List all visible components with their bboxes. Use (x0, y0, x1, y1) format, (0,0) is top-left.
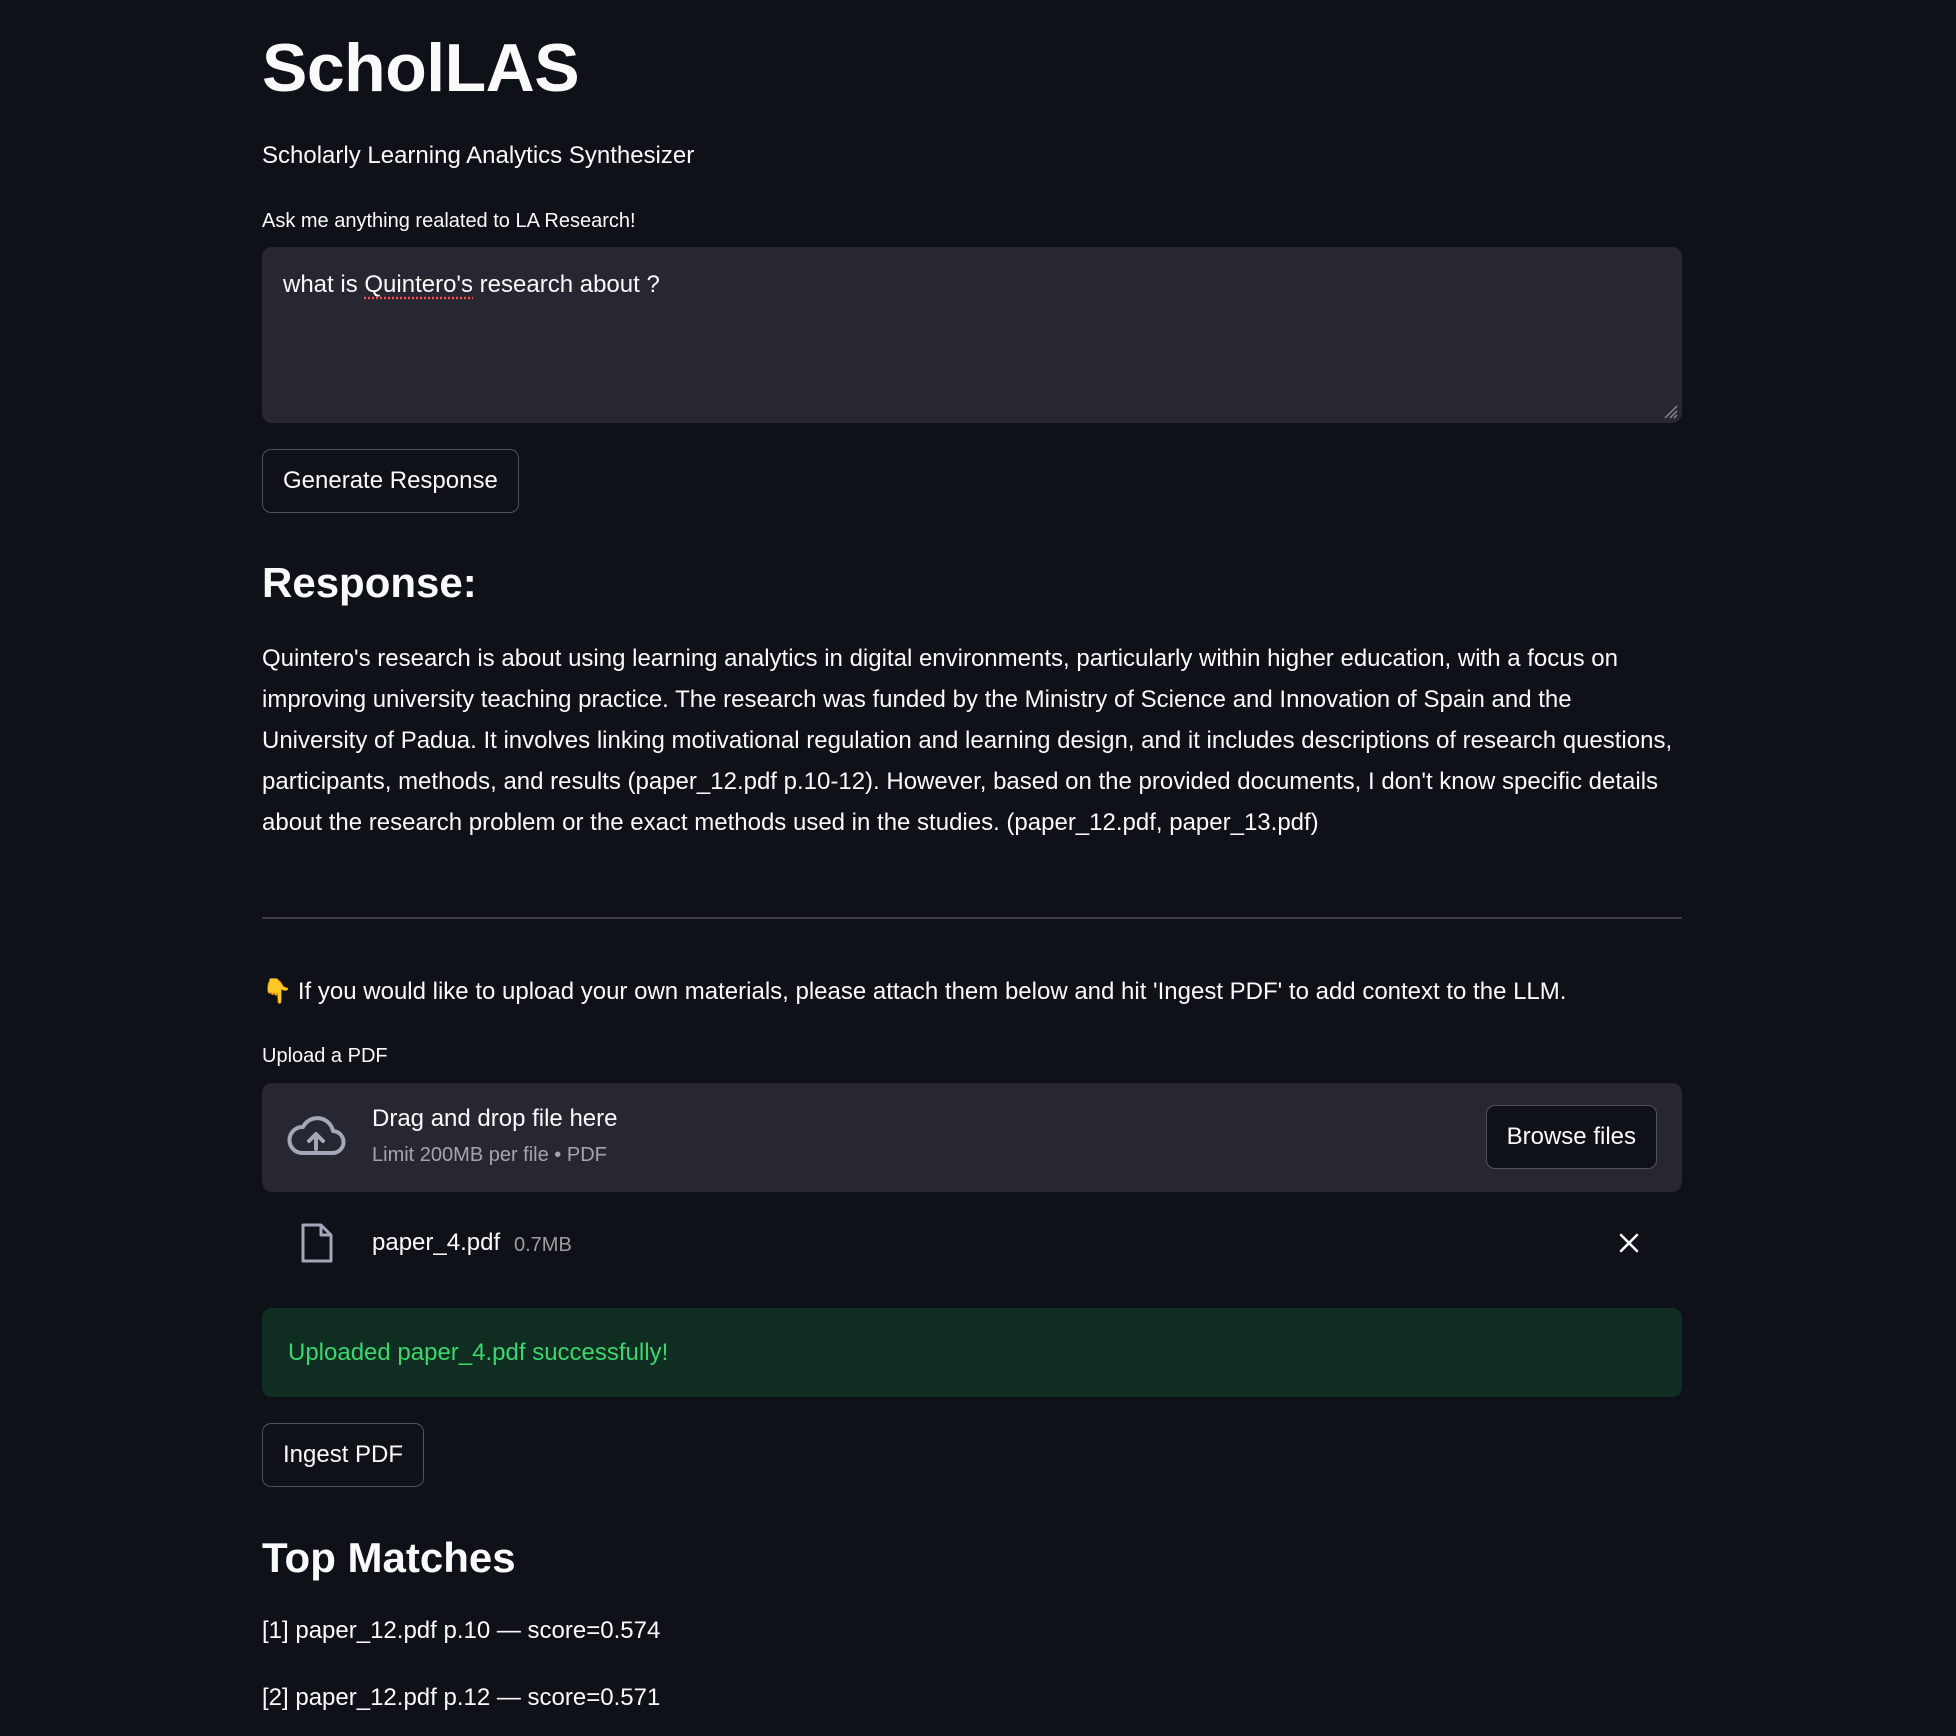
upload-note-text: If you would like to upload your own mat… (297, 978, 1567, 1005)
query-label: Ask me anything realated to LA Research! (262, 210, 636, 232)
upload-label: Upload a PDF (262, 1045, 388, 1067)
uploaded-file-name: paper_4.pdf (372, 1229, 501, 1256)
query-text-prefix: what is (283, 271, 365, 298)
close-icon[interactable] (1616, 1230, 1642, 1256)
cloud-upload-icon (287, 1116, 346, 1155)
divider (262, 917, 1682, 919)
query-textarea[interactable]: what is Quintero's research about ? (262, 247, 1682, 423)
app-title: ScholLAS (262, 30, 580, 106)
query-text-suffix: research about ? (473, 271, 660, 298)
upload-note: 👇 If you would like to upload your own ma… (262, 975, 1566, 1009)
dropzone-title: Drag and drop file here (372, 1105, 618, 1132)
file-icon (301, 1223, 333, 1263)
response-text: Quintero's research is about using learn… (262, 645, 1673, 836)
file-dropzone[interactable]: Drag and drop file here Limit 200MB per … (262, 1083, 1682, 1192)
response-heading: Response: (262, 559, 477, 606)
top-matches-heading: Top Matches (262, 1534, 516, 1581)
app-subtitle: Scholarly Learning Analytics Synthesizer (262, 142, 695, 169)
dropzone-limit: Limit 200MB per file • PDF (372, 1144, 607, 1166)
resize-grip-icon[interactable] (1662, 403, 1678, 419)
ingest-pdf-button[interactable]: Ingest PDF (262, 1423, 425, 1487)
query-text-misspelled: Quintero's (364, 271, 474, 298)
match-item: [1] paper_12.pdf p.10 — score=0.574 (262, 1617, 661, 1644)
generate-response-button[interactable]: Generate Response (262, 449, 519, 513)
browse-files-button[interactable]: Browse files (1485, 1105, 1657, 1169)
uploaded-file-row: paper_4.pdf 0.7MB (262, 1212, 1682, 1276)
uploaded-file-size: 0.7MB (514, 1234, 572, 1256)
match-item: [2] paper_12.pdf p.12 — score=0.571 (262, 1684, 661, 1711)
pointing-down-hand-icon: 👇 (262, 978, 292, 1005)
upload-success-alert: Uploaded paper_4.pdf successfully! (262, 1308, 1682, 1397)
